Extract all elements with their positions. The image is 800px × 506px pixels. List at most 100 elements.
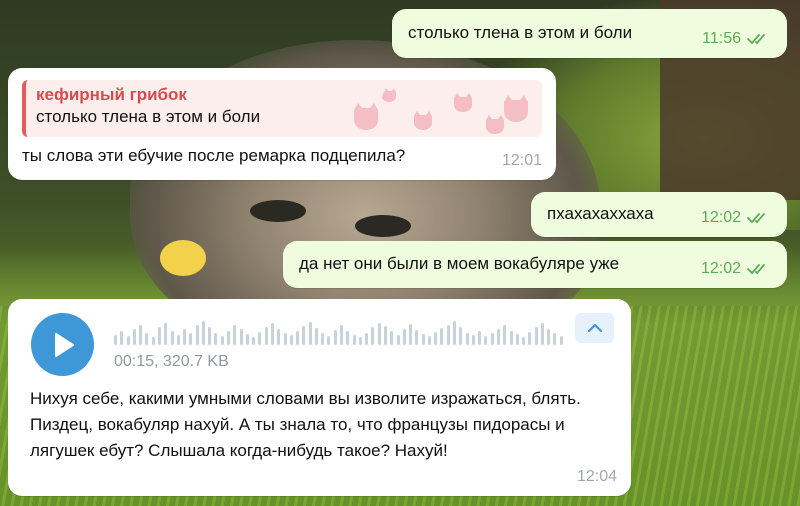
- waveform-bar: [270, 323, 274, 345]
- message-meta: 11:56: [702, 28, 773, 50]
- reply-quote[interactable]: кефирный грибок столько тлена в этом и б…: [22, 80, 542, 137]
- waveform-bar: [321, 333, 325, 345]
- waveform-bar: [283, 333, 287, 345]
- message-meta: 12:04: [577, 466, 617, 488]
- waveform-bar: [540, 323, 544, 345]
- waveform-bar: [390, 331, 394, 345]
- waveform-bar: [296, 331, 300, 345]
- waveform-bar: [503, 325, 507, 345]
- waveform-bar: [496, 329, 500, 345]
- waveform-bar: [446, 325, 450, 345]
- waveform-bar: [465, 333, 469, 345]
- message-text: пхахахаххаха: [547, 204, 654, 223]
- waveform-bar: [427, 336, 431, 345]
- cat-pattern-icon: [354, 88, 528, 134]
- waveform-bar: [114, 335, 117, 345]
- waveform-bar: [289, 335, 293, 345]
- waveform-bar: [164, 323, 168, 345]
- message-text: столько тлена в этом и боли: [408, 23, 633, 42]
- waveform-bar: [245, 334, 249, 345]
- waveform-bar: [264, 327, 268, 345]
- waveform-bar: [220, 336, 224, 345]
- waveform-bar: [227, 331, 230, 345]
- waveform-bar: [340, 325, 343, 345]
- waveform-bar: [327, 336, 331, 345]
- waveform-bar: [534, 327, 538, 345]
- waveform-bar: [157, 327, 161, 345]
- waveform-bar: [365, 333, 369, 345]
- waveform-bar: [409, 324, 413, 345]
- waveform-bar: [490, 333, 494, 345]
- message-time: 11:56: [702, 30, 741, 47]
- waveform-bar: [126, 336, 130, 345]
- waveform-bar: [553, 333, 557, 345]
- waveform-bar: [371, 327, 375, 345]
- waveform-bar: [352, 335, 356, 345]
- waveform-bar: [402, 329, 406, 345]
- incoming-message[interactable]: кефирный грибок столько тлена в этом и б…: [8, 68, 556, 180]
- outgoing-message[interactable]: да нет они были в моем вокабуляре уже 12…: [283, 241, 787, 288]
- waveform-bar: [547, 329, 551, 345]
- waveform-bar: [201, 321, 205, 345]
- waveform-bar: [277, 329, 281, 345]
- waveform-bar: [151, 337, 155, 345]
- waveform-bar: [377, 323, 381, 345]
- waveform-bar: [358, 337, 362, 345]
- waveform-bar: [183, 329, 187, 345]
- waveform-bar: [522, 337, 526, 345]
- message-meta: 12:02: [701, 258, 773, 280]
- waveform-bar: [308, 322, 312, 345]
- waveform-bar: [383, 326, 387, 345]
- transcript-toggle-button[interactable]: [575, 313, 614, 343]
- voice-transcript: Нихуя себе, какими умными словами вы изв…: [30, 389, 581, 460]
- outgoing-message[interactable]: пхахахаххаха 12:02: [531, 192, 787, 237]
- chevron-up-icon: [587, 323, 602, 333]
- voice-waveform[interactable]: [114, 313, 566, 345]
- waveform-bar: [509, 331, 513, 345]
- waveform-bar: [195, 325, 199, 345]
- waveform-bar: [239, 329, 243, 345]
- waveform-bar: [176, 335, 180, 345]
- waveform-bar: [314, 328, 318, 345]
- message-meta: 12:02: [701, 207, 773, 229]
- waveform-bar: [189, 333, 193, 345]
- waveform-bar: [484, 336, 488, 345]
- waveform-bar: [559, 336, 563, 345]
- double-check-icon: [747, 264, 765, 275]
- waveform-bar: [214, 333, 218, 345]
- waveform-bar: [258, 332, 262, 345]
- waveform-bar: [396, 335, 400, 345]
- play-icon: [54, 332, 74, 357]
- waveform-bar: [528, 332, 532, 345]
- waveform-bar: [415, 330, 419, 345]
- waveform-bar: [421, 334, 425, 345]
- message-time: 12:01: [501, 152, 542, 169]
- play-button[interactable]: [31, 313, 94, 376]
- waveform-bar: [132, 329, 136, 345]
- waveform-bar: [346, 331, 350, 345]
- waveform-bar: [453, 321, 456, 345]
- waveform-bar: [302, 326, 306, 345]
- message-time: 12:04: [576, 468, 617, 485]
- waveform-bar: [440, 328, 444, 345]
- waveform-bar: [459, 327, 463, 345]
- waveform-bar: [145, 333, 149, 345]
- waveform-bar: [139, 325, 143, 345]
- message-text: ты слова эти ебучие после ремарка подцеп…: [22, 146, 406, 165]
- waveform-bar: [233, 325, 237, 345]
- outgoing-message[interactable]: столько тлена в этом и боли 11:56: [392, 9, 787, 58]
- waveform-bar: [333, 330, 337, 345]
- waveform-bar: [252, 337, 256, 345]
- message-time: 12:02: [700, 209, 741, 226]
- waveform-bar: [471, 335, 475, 345]
- double-check-icon: [747, 34, 765, 45]
- incoming-voice-message[interactable]: 00:15, 320.7 KB Нихуя себе, какими умным…: [8, 299, 631, 496]
- voice-duration-size: 00:15, 320.7 KB: [114, 353, 229, 370]
- waveform-bar: [170, 331, 174, 345]
- message-text: да нет они были в моем вокабуляре уже: [299, 254, 620, 273]
- waveform-bar: [478, 331, 482, 345]
- double-check-icon: [747, 213, 765, 224]
- waveform-bar: [515, 334, 519, 345]
- message-time: 12:02: [700, 260, 741, 277]
- waveform-bar: [208, 327, 212, 345]
